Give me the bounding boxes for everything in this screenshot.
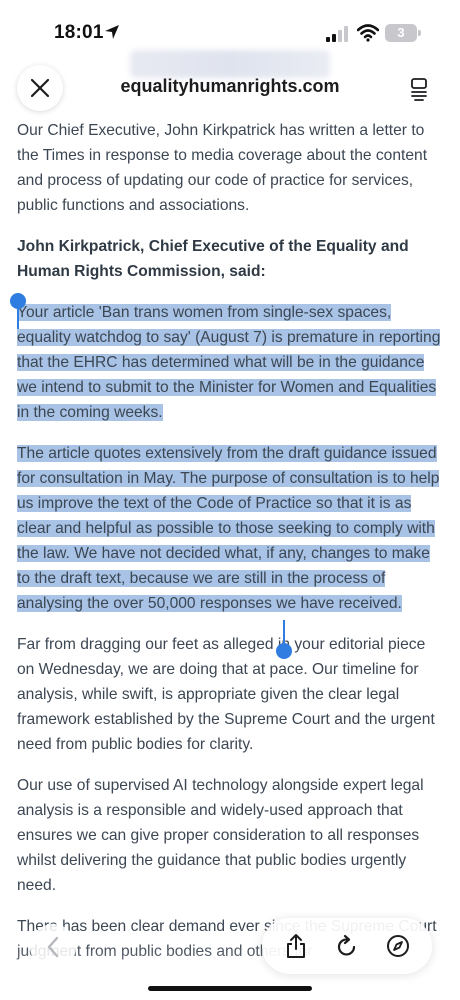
compass-button[interactable]: [385, 933, 411, 959]
article-paragraph-4: Our use of supervised AI technology alon…: [17, 777, 424, 894]
page-domain[interactable]: equalityhumanrights.com: [0, 76, 460, 97]
reader-mode-icon[interactable]: [405, 76, 433, 102]
selection-start-caret: [17, 303, 19, 329]
reload-icon: [337, 934, 356, 956]
status-time: 18:01: [54, 22, 104, 43]
cellular-signal-icon: [326, 26, 348, 42]
blurred-banner: [130, 50, 330, 78]
article-paragraph-2[interactable]: The article quotes extensively from the …: [17, 441, 445, 616]
battery-tip: [418, 30, 421, 36]
battery-indicator: 3: [385, 24, 417, 42]
article-byline: John Kirkpatrick, Chief Executive of the…: [17, 238, 409, 280]
article-body: Our Chief Executive, John Kirkpatrick ha…: [17, 118, 445, 980]
location-arrow-icon: [105, 25, 119, 39]
share-icon: [286, 934, 305, 958]
article-paragraph-3: Far from dragging our feet as alleged in…: [17, 636, 435, 753]
chevron-left-icon: [47, 936, 59, 958]
back-button[interactable]: [30, 924, 76, 970]
selected-text-2[interactable]: The article quotes extensively from the …: [17, 445, 440, 612]
article-paragraph-1[interactable]: Your article 'Ban trans women from singl…: [17, 300, 445, 425]
reload-button[interactable]: [334, 933, 360, 959]
compass-icon: [387, 935, 410, 957]
article-intro: Our Chief Executive, John Kirkpatrick ha…: [17, 122, 428, 214]
selection-end-handle[interactable]: [276, 643, 292, 659]
selected-text-1[interactable]: Your article 'Ban trans women from singl…: [17, 304, 441, 421]
wifi-icon: [357, 24, 379, 42]
share-button[interactable]: [283, 933, 309, 959]
bottom-toolbar: [262, 918, 432, 974]
home-indicator[interactable]: [148, 986, 312, 991]
